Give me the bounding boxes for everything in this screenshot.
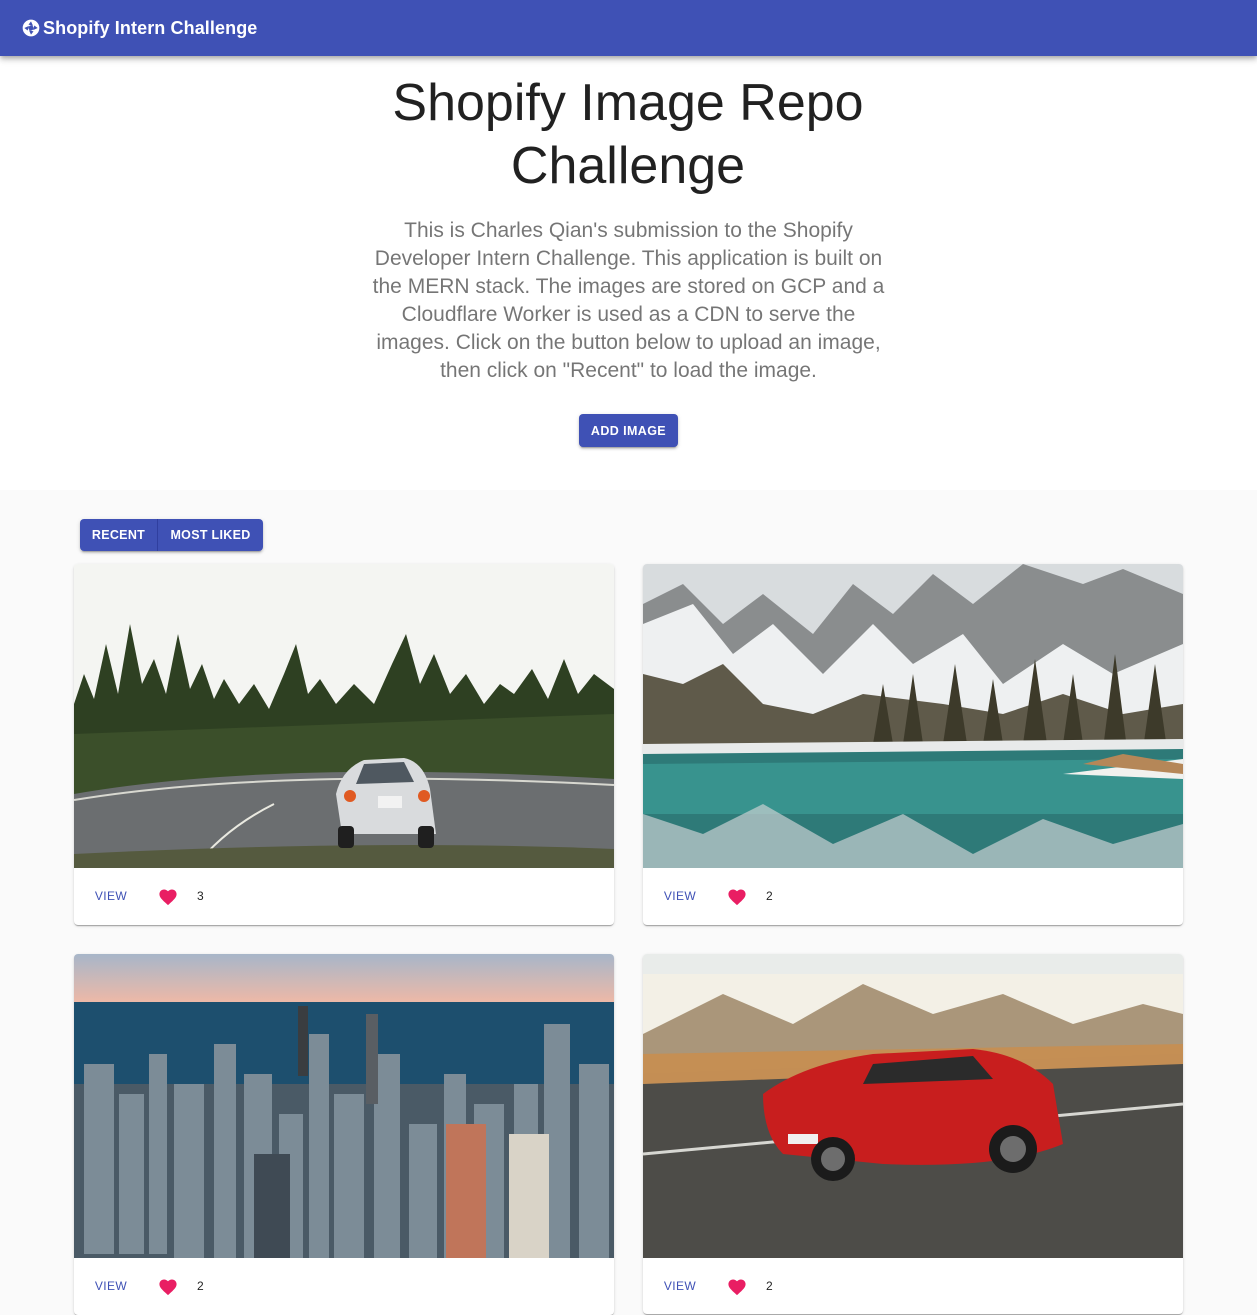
camera-aperture-icon (22, 19, 40, 37)
page-title: Shopify Image Repo Challenge (392, 74, 864, 195)
view-button[interactable]: VIEW (88, 882, 134, 910)
page-description: This is Charles Qian's submission to the… (372, 219, 885, 382)
heart-icon[interactable] (158, 1278, 178, 1296)
view-button[interactable]: VIEW (657, 1272, 703, 1300)
app-title[interactable]: Shopify Intern Challenge (43, 18, 257, 39)
sort-toggle-group: RECENT MOST LIKED (80, 519, 263, 551)
like-count: 2 (766, 889, 773, 903)
most-liked-button[interactable]: MOST LIKED (158, 519, 263, 551)
image-card-actions: VIEW 3 (74, 868, 614, 925)
image-card-photo[interactable] (643, 564, 1183, 868)
view-button[interactable]: VIEW (88, 1272, 134, 1300)
like-count: 2 (766, 1279, 773, 1293)
image-card-photo[interactable] (74, 954, 614, 1258)
view-button[interactable]: VIEW (657, 882, 703, 910)
image-card: VIEW 3 (74, 564, 614, 925)
like-count: 2 (197, 1279, 204, 1293)
image-card: VIEW 2 (643, 954, 1183, 1314)
like-count: 3 (197, 889, 204, 903)
image-card-actions: VIEW 2 (643, 1258, 1183, 1314)
heart-icon[interactable] (727, 888, 747, 906)
app-bar: Shopify Intern Challenge (0, 0, 1257, 56)
heart-icon[interactable] (158, 888, 178, 906)
image-card: VIEW 2 (643, 564, 1183, 925)
image-card-photo[interactable] (643, 954, 1183, 1258)
add-image-button[interactable]: ADD IMAGE (579, 414, 678, 447)
hero-section: Shopify Image Repo Challenge This is Cha… (0, 56, 1257, 490)
image-card-actions: VIEW 2 (74, 1258, 614, 1315)
image-card-photo[interactable] (74, 564, 614, 868)
image-card: VIEW 2 (74, 954, 614, 1315)
recent-button[interactable]: RECENT (80, 519, 158, 551)
image-card-actions: VIEW 2 (643, 868, 1183, 925)
heart-icon[interactable] (727, 1278, 747, 1296)
